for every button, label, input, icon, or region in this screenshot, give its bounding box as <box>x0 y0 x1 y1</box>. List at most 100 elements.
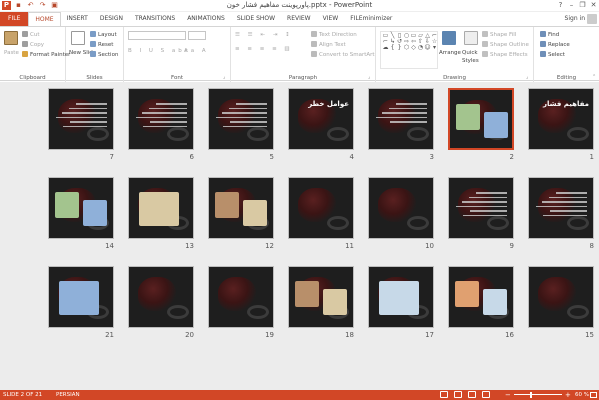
drawing-group-label: Drawing <box>443 75 466 81</box>
ribbon-tabs: FILE HOME INSERT DESIGN TRANSITIONS ANIM… <box>0 12 599 26</box>
align-buttons[interactable]: ≡ ≡ ≡ ≡ ▥ <box>235 45 293 53</box>
slide-thumbnail[interactable] <box>48 266 114 328</box>
font-color-buttons[interactable]: Aa A <box>184 47 209 55</box>
slide-thumbnail[interactable] <box>208 266 274 328</box>
slide-thumbnail[interactable] <box>528 266 594 328</box>
zoom-in-button[interactable]: + <box>565 390 571 400</box>
slide-thumbnail[interactable] <box>208 88 274 150</box>
font-format-buttons[interactable]: B I U S abc <box>128 47 191 55</box>
paste-icon[interactable] <box>4 31 18 45</box>
select-button[interactable]: Select <box>540 51 565 59</box>
arrange-icon[interactable] <box>442 31 456 45</box>
slide-thumbnail[interactable] <box>288 177 354 239</box>
slide-picture <box>139 192 179 226</box>
replace-button[interactable]: Replace <box>540 41 570 49</box>
section-button[interactable]: Section <box>90 51 118 59</box>
slide-number: 18 <box>345 331 354 339</box>
zoom-out-button[interactable]: − <box>505 390 511 400</box>
slide-thumbnail[interactable]: مفاهیم فشار خون <box>528 88 594 150</box>
slide-thumbnail[interactable] <box>208 177 274 239</box>
font-name-box[interactable] <box>128 31 186 40</box>
slide-thumbnail[interactable] <box>368 177 434 239</box>
slide-thumbnail[interactable] <box>128 266 194 328</box>
avatar[interactable] <box>587 14 597 24</box>
font-size-box[interactable] <box>188 31 206 40</box>
format-painter-icon <box>22 51 28 57</box>
tab-slide-show[interactable]: SLIDE SHOW <box>231 12 281 26</box>
normal-view-icon[interactable] <box>440 391 448 398</box>
collapse-ribbon-icon[interactable]: ⌃ <box>592 75 597 80</box>
list-buttons[interactable]: ☰ ☰ ⇤ ⇥ ↕ <box>235 31 293 39</box>
slide-thumbnail[interactable]: عوامل خطر <box>288 88 354 150</box>
font-group-label: Font <box>171 75 183 81</box>
slide-thumbnail[interactable] <box>128 88 194 150</box>
drawing-launcher-icon[interactable]: ⌟ <box>526 75 531 80</box>
reset-button[interactable]: Reset <box>90 41 113 49</box>
slide-thumbnail[interactable] <box>368 88 434 150</box>
slide-title <box>533 182 589 188</box>
slide-thumbnail[interactable] <box>48 177 114 239</box>
language-indicator[interactable]: PERSIAN <box>56 390 80 400</box>
tab-review[interactable]: REVIEW <box>281 12 317 26</box>
slide-thumbnail[interactable] <box>288 266 354 328</box>
quick-styles-button[interactable]: Quick Styles <box>462 49 482 65</box>
tab-transitions[interactable]: TRANSITIONS <box>129 12 181 26</box>
minimize-icon[interactable]: – <box>566 0 577 11</box>
fit-to-window-icon[interactable] <box>590 392 597 398</box>
view-buttons <box>440 391 490 398</box>
slide-picture <box>83 200 107 226</box>
slide-number: 21 <box>105 331 114 339</box>
slide-number: 15 <box>585 331 594 339</box>
align-text-button[interactable]: Align Text <box>311 41 346 49</box>
slide-number: 7 <box>109 153 114 161</box>
copy-button[interactable]: Copy <box>22 41 44 49</box>
reading-view-icon[interactable] <box>468 391 476 398</box>
font-group: B I U S abc Aa A Font ⌟ <box>124 27 231 82</box>
slide-thumbnail[interactable] <box>128 177 194 239</box>
slide-title <box>453 271 509 277</box>
new-slide-icon[interactable] <box>71 31 85 45</box>
shape-outline-button[interactable]: Shape Outline <box>482 41 529 49</box>
slide-thumbnail[interactable] <box>528 177 594 239</box>
tab-animations[interactable]: ANIMATIONS <box>181 12 231 26</box>
slide-thumbnail[interactable] <box>448 88 514 150</box>
layout-label: Layout <box>98 32 117 38</box>
find-button[interactable]: Find <box>540 31 559 39</box>
zoom-slider[interactable] <box>514 394 562 395</box>
shapes-gallery[interactable]: ▭ ╲ ▯ ○ ▭ ▱ △ ⌐ ⌐ ↳ ↺ ⇨ ⇦ ⇧ ⇩ ☆ ☁{} ⬡ ◇ ◔ ☺ ▾ <box>380 31 438 69</box>
zoom-level[interactable]: 60 % <box>575 390 589 400</box>
tab-insert[interactable]: INSERT <box>61 12 94 26</box>
close-icon[interactable]: ✕ <box>588 0 599 11</box>
cut-button[interactable]: Cut <box>22 31 39 39</box>
layout-button[interactable]: Layout <box>90 31 117 39</box>
tab-view[interactable]: VIEW <box>317 12 345 26</box>
tab-design[interactable]: DESIGN <box>94 12 129 26</box>
paste-button[interactable]: Paste <box>4 49 19 57</box>
quick-styles-icon[interactable] <box>464 31 478 45</box>
tab-fileminimizer[interactable]: FILEminimizer <box>344 12 398 26</box>
slide-thumbnail[interactable] <box>48 88 114 150</box>
format-painter-button[interactable]: Format Painter <box>22 51 70 59</box>
tab-file[interactable]: FILE <box>0 12 29 26</box>
slide-title: مفاهیم فشار خون <box>542 100 589 108</box>
slide-sorter-view-icon[interactable] <box>454 391 462 398</box>
stethoscope-graphic <box>567 127 589 141</box>
arrange-button[interactable]: Arrange <box>439 49 461 57</box>
clipboard-group: Paste Cut Copy Format Painter Clipboard <box>0 27 70 82</box>
slide-thumbnail[interactable] <box>448 177 514 239</box>
zoom-slider-thumb[interactable] <box>530 392 532 398</box>
convert-smartart-button[interactable]: Convert to SmartArt <box>311 51 375 59</box>
slideshow-view-icon[interactable] <box>482 391 490 398</box>
tab-home[interactable]: HOME <box>28 12 61 26</box>
sign-in-link[interactable]: Sign in <box>565 12 585 26</box>
text-direction-button[interactable]: Text Direction <box>311 31 357 39</box>
restore-icon[interactable]: ❐ <box>577 0 588 11</box>
slide-thumbnail[interactable] <box>368 266 434 328</box>
font-launcher-icon[interactable]: ⌟ <box>223 75 228 80</box>
shape-effects-button[interactable]: Shape Effects <box>482 51 528 59</box>
slide-thumbnail[interactable] <box>448 266 514 328</box>
select-label: Select <box>548 52 565 58</box>
shape-fill-button[interactable]: Shape Fill <box>482 31 516 39</box>
paragraph-launcher-icon[interactable]: ⌟ <box>368 75 373 80</box>
help-icon[interactable]: ? <box>555 0 566 11</box>
